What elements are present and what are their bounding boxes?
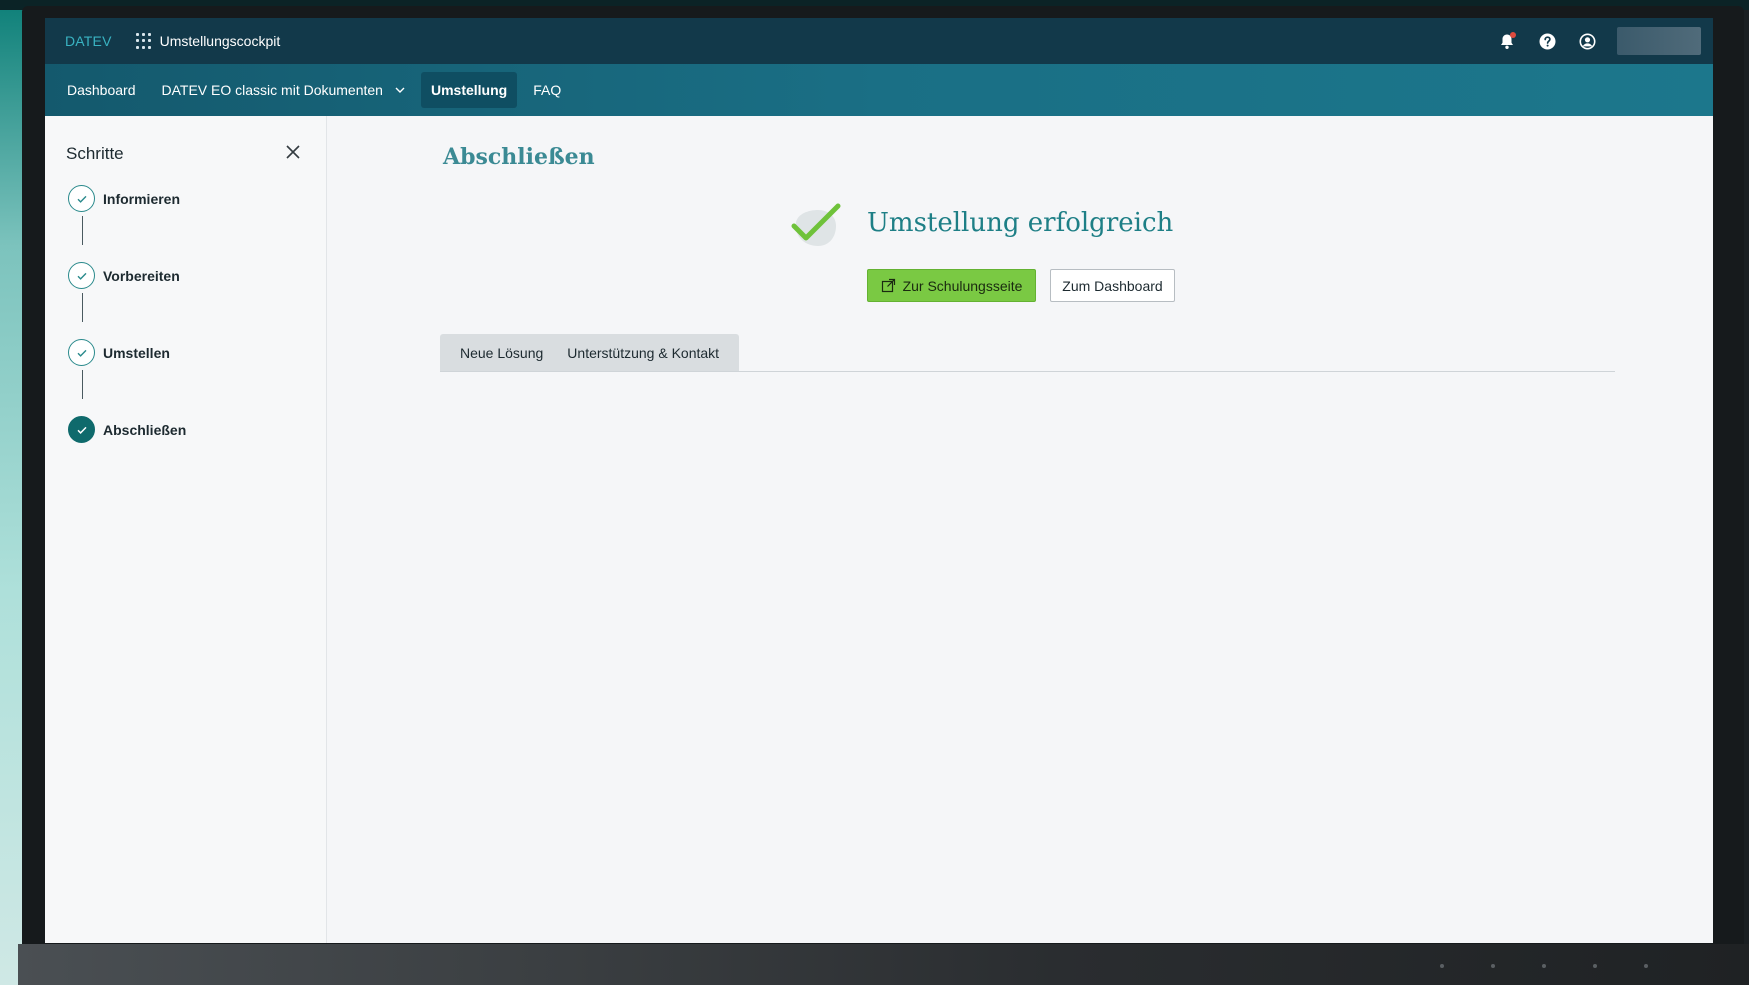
main-navigation: Dashboard DATEV EO classic mit Dokumente… <box>45 64 1713 116</box>
success-message: Umstellung erfolgreich <box>867 208 1174 238</box>
monitor-indicator <box>1593 964 1597 968</box>
top-header: DATEV Umstellungscockpit <box>45 18 1713 64</box>
step-label: Vorbereiten <box>103 267 180 284</box>
check-circle-icon <box>68 262 95 289</box>
nav-item-dashboard[interactable]: Dashboard <box>57 72 146 108</box>
step-connector <box>82 370 83 399</box>
monitor-indicator <box>1542 964 1546 968</box>
sidebar-title: Schritte <box>66 144 124 163</box>
tab-unterstuetzung-kontakt[interactable]: Unterstützung & Kontakt <box>555 345 731 361</box>
step-label: Umstellen <box>103 344 170 361</box>
close-icon[interactable] <box>285 144 301 160</box>
monitor-bottom-bar <box>18 944 1749 985</box>
user-avatar-chip[interactable] <box>1617 27 1701 55</box>
button-label: Zum Dashboard <box>1062 277 1163 294</box>
step-informieren[interactable]: Informieren <box>68 185 180 212</box>
external-link-icon <box>881 278 895 293</box>
apps-grid-icon[interactable] <box>135 33 152 49</box>
help-icon[interactable] <box>1537 31 1557 51</box>
nav-item-datev-eo-classic[interactable]: DATEV EO classic mit Dokumenten <box>152 72 415 108</box>
app-window: DATEV Umstellungscockpit Dashboard DATEV… <box>45 18 1713 943</box>
step-label: Abschließen <box>103 421 187 438</box>
success-check-icon <box>791 203 841 246</box>
step-abschliessen[interactable]: Abschließen <box>68 416 186 443</box>
step-label: Informieren <box>103 190 181 207</box>
monitor-indicator <box>1644 964 1648 968</box>
monitor-indicator <box>1491 964 1495 968</box>
tab-neue-loesung[interactable]: Neue Lösung <box>448 345 555 361</box>
nav-item-label: FAQ <box>533 82 562 98</box>
tab-list: Neue Lösung Unterstützung & Kontakt <box>440 334 740 371</box>
nav-item-label: Umstellung <box>430 82 508 98</box>
monitor-indicator <box>1440 964 1444 968</box>
dashboard-button[interactable]: Zum Dashboard <box>1050 269 1175 302</box>
page-title: Abschließen <box>443 144 595 170</box>
check-circle-icon <box>68 339 95 366</box>
bell-icon[interactable] <box>1497 31 1517 51</box>
check-circle-filled-icon <box>68 416 95 443</box>
notification-badge <box>1510 32 1516 38</box>
button-label: Zur Schulungsseite <box>902 277 1023 294</box>
check-circle-icon <box>68 185 95 212</box>
brand-logo[interactable]: DATEV <box>65 33 112 49</box>
nav-item-faq[interactable]: FAQ <box>523 72 571 108</box>
header-actions <box>1497 18 1701 64</box>
chevron-down-icon <box>395 87 405 93</box>
training-page-button[interactable]: Zur Schulungsseite <box>867 269 1036 302</box>
nav-item-umstellung[interactable]: Umstellung <box>420 72 518 108</box>
step-umstellen[interactable]: Umstellen <box>68 339 170 366</box>
app-name[interactable]: Umstellungscockpit <box>160 33 281 49</box>
tab-strip: Neue Lösung Unterstützung & Kontakt <box>440 334 1615 372</box>
user-icon[interactable] <box>1577 31 1597 51</box>
main-content: Abschließen Umstellung erfolgreich Zur S… <box>328 116 1713 943</box>
nav-item-label: Dashboard <box>67 82 136 98</box>
steps-sidebar: Schritte Informieren Vorbereiten Umstell… <box>45 116 327 943</box>
nav-item-label: DATEV EO classic mit Dokumenten <box>161 82 383 98</box>
step-connector <box>82 293 83 322</box>
step-connector <box>82 216 83 245</box>
step-vorbereiten[interactable]: Vorbereiten <box>68 262 180 289</box>
